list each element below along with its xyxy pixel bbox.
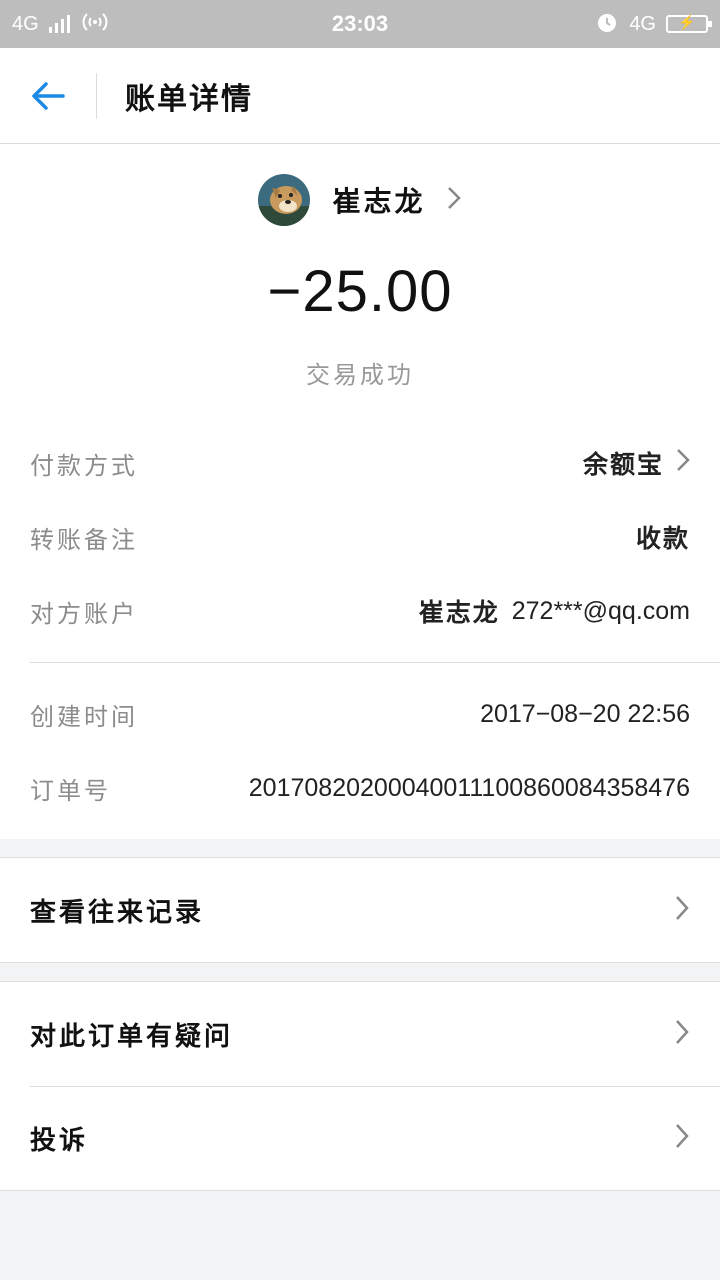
transfer-note-row: 转账备注 收款 bbox=[0, 500, 720, 574]
counterparty-name: 崔志龙 bbox=[418, 598, 500, 627]
chevron-right-icon bbox=[674, 1122, 690, 1154]
status-bar: 4G 23:03 4G ⚡ bbox=[0, 0, 720, 48]
title-bar: 账单详情 bbox=[0, 48, 720, 144]
title-divider bbox=[96, 72, 97, 119]
support-menu-group: 对此订单有疑问 投诉 bbox=[0, 981, 720, 1191]
created-time-row: 创建时间 2017−08−20 22:56 bbox=[0, 677, 720, 751]
order-number-label: 订单号 bbox=[30, 776, 111, 805]
payment-method-value-wrap: 余额宝 bbox=[583, 445, 690, 481]
arrow-left-icon bbox=[32, 81, 65, 110]
page-title: 账单详情 bbox=[125, 81, 253, 117]
network-type-label-right: 4G bbox=[629, 12, 656, 35]
order-question-label: 对此订单有疑问 bbox=[30, 1021, 234, 1052]
complaint-item[interactable]: 投诉 bbox=[0, 1086, 720, 1190]
hotspot-icon bbox=[80, 11, 110, 38]
payment-method-label: 付款方式 bbox=[30, 451, 138, 480]
view-history-label: 查看往来记录 bbox=[30, 897, 205, 928]
created-time-value: 2017−08−20 22:56 bbox=[480, 699, 690, 728]
transaction-status: 交易成功 bbox=[306, 361, 414, 389]
order-number-value: 20170820200040011100860084358476 bbox=[248, 773, 690, 802]
chevron-right-icon bbox=[446, 185, 462, 215]
order-number-row: 订单号 20170820200040011100860084358476 bbox=[0, 751, 720, 825]
counterparty-label: 对方账户 bbox=[30, 599, 138, 628]
chevron-right-icon bbox=[674, 1018, 690, 1050]
counterparty-row: 对方账户 崔志龙 272***@qq.com bbox=[0, 574, 720, 648]
created-time-label: 创建时间 bbox=[30, 702, 138, 731]
alarm-icon bbox=[595, 10, 619, 39]
transaction-details: 付款方式 余额宝 转账备注 收款 对方账户 崔志龙 272***@qq.com … bbox=[0, 390, 720, 839]
divider bbox=[30, 662, 720, 663]
payment-method-row[interactable]: 付款方式 余额宝 bbox=[0, 426, 720, 500]
transaction-amount: −25.00 bbox=[267, 259, 453, 324]
back-button[interactable] bbox=[0, 48, 96, 144]
counterparty-account: 272***@qq.com bbox=[511, 596, 690, 625]
payee-row[interactable]: 崔志龙 bbox=[0, 172, 720, 228]
history-menu-group: 查看往来记录 bbox=[0, 857, 720, 963]
counterparty-value: 崔志龙 272***@qq.com bbox=[419, 593, 690, 629]
signal-icon bbox=[48, 15, 70, 33]
order-question-item[interactable]: 对此订单有疑问 bbox=[0, 982, 720, 1086]
chevron-right-icon bbox=[676, 448, 690, 478]
transaction-summary: 崔志龙 −25.00 交易成功 bbox=[0, 144, 720, 390]
battery-icon: ⚡ bbox=[666, 14, 712, 33]
avatar[interactable] bbox=[258, 174, 311, 226]
view-history-item[interactable]: 查看往来记录 bbox=[0, 858, 720, 962]
transfer-note-value: 收款 bbox=[635, 524, 690, 553]
payee-name: 崔志龙 bbox=[332, 185, 426, 218]
complaint-label: 投诉 bbox=[30, 1125, 89, 1156]
status-bar-left: 4G bbox=[12, 11, 110, 38]
status-bar-right: 4G ⚡ bbox=[595, 10, 712, 39]
network-type-label: 4G bbox=[12, 12, 39, 35]
chevron-right-icon bbox=[674, 894, 690, 926]
transfer-note-label: 转账备注 bbox=[30, 525, 138, 554]
payment-method-value: 余额宝 bbox=[582, 450, 664, 479]
